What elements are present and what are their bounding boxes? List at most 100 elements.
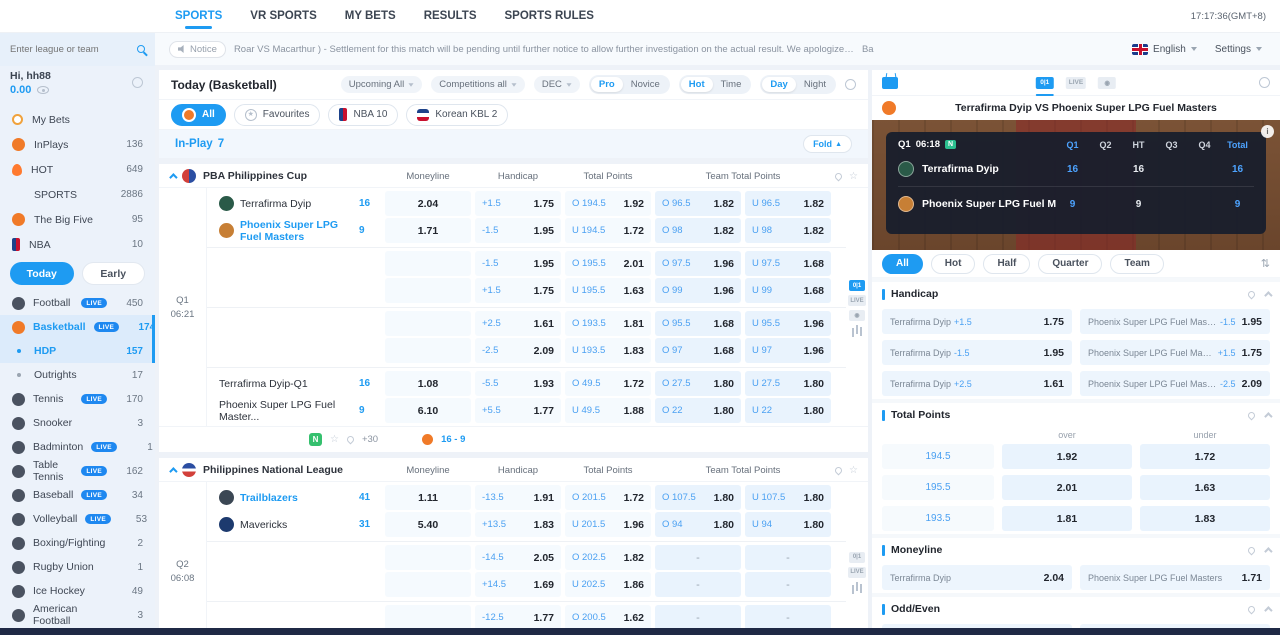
live-view-icon[interactable]: LIVE [848, 566, 866, 578]
sidebar-item-baseball[interactable]: Baseball LIVE 34 [0, 483, 155, 507]
nav-tab-results[interactable]: RESULTS [424, 0, 477, 32]
search-icon[interactable] [137, 45, 145, 53]
handicap-odds[interactable]: -1.5 1.95 [475, 218, 561, 243]
sidebar-item-the-big-five[interactable]: The Big Five 95 [0, 207, 155, 232]
search-input[interactable] [10, 43, 131, 55]
market-pill-all[interactable]: All [882, 253, 923, 274]
team-total-under-odds[interactable]: U 27.5 1.80 [745, 371, 831, 396]
pin-icon[interactable] [1246, 289, 1257, 299]
team-total-over-odds[interactable]: O 98 1.82 [655, 218, 741, 243]
team-total-over-odds[interactable]: O 94 1.80 [655, 512, 741, 537]
total-points-odds[interactable]: O 193.5 1.81 [565, 311, 651, 336]
moneyline-odds[interactable] [385, 545, 471, 570]
line-value[interactable]: 195.5 [882, 475, 994, 500]
total-points-odds[interactable]: U 193.5 1.83 [565, 338, 651, 363]
sidebar-item-badminton[interactable]: Badminton LIVE 1 [0, 435, 155, 459]
total-points-odds[interactable]: O 49.5 1.72 [565, 371, 651, 396]
handicap-odds[interactable]: -2.5 2.09 [475, 338, 561, 363]
total-points-odds[interactable]: O 201.5 1.72 [565, 485, 651, 510]
star-icon[interactable]: ☆ [849, 465, 858, 476]
pin-icon[interactable] [833, 465, 844, 475]
moneyline-odds[interactable] [385, 605, 471, 628]
total-points-odds[interactable]: U 194.5 1.72 [565, 218, 651, 243]
live-view-tab[interactable]: LIVE [1065, 76, 1087, 89]
moneyline-odds[interactable] [385, 251, 471, 276]
animation-view-icon[interactable]: ◉ [849, 310, 865, 321]
team-total-over-odds[interactable]: O 95.5 1.68 [655, 311, 741, 336]
bet-option[interactable]: Phoenix Super LPG Fuel Masters 1.71 [1080, 565, 1270, 590]
total-points-odds[interactable]: O 195.5 2.01 [565, 251, 651, 276]
team-total-over-odds[interactable]: - [655, 572, 741, 597]
refresh-icon[interactable] [132, 77, 143, 88]
fold-button[interactable]: Fold ▲ [803, 135, 852, 153]
tab-today[interactable]: Today [10, 262, 74, 285]
team-total-under-odds[interactable]: U 97.5 1.68 [745, 251, 831, 276]
sidebar-item-nba[interactable]: NBA 10 [0, 232, 155, 257]
team-total-over-odds[interactable]: - [655, 545, 741, 570]
odds-view-tab[interactable]: 0|1 [1035, 76, 1054, 96]
sidebar-item-football[interactable]: Football LIVE 450 [0, 291, 155, 315]
moneyline-odds[interactable]: 1.11 [385, 485, 471, 510]
sidebar-item-table-tennis[interactable]: Table Tennis LIVE 162 [0, 459, 155, 483]
moneyline-odds[interactable]: 1.71 [385, 218, 471, 243]
team-total-over-odds[interactable]: O 96.5 1.82 [655, 191, 741, 216]
star-icon[interactable]: ☆ [330, 434, 339, 445]
sidebar-item-sports[interactable]: SPORTS 2886 [0, 182, 155, 207]
total-points-odds[interactable]: U 202.5 1.86 [565, 572, 651, 597]
handicap-odds[interactable]: +5.5 1.77 [475, 398, 561, 423]
team-total-under-odds[interactable]: - [745, 605, 831, 628]
collapse-icon[interactable] [169, 466, 178, 476]
bet-option[interactable]: Phoenix Super LPG Fuel Masters -2.5 2.09 [1080, 371, 1270, 396]
filter-dropdown-competitions[interactable]: Competitions all [431, 76, 525, 93]
moneyline-odds[interactable]: 6.10 [385, 398, 471, 423]
collapse-icon[interactable] [1264, 606, 1273, 615]
over-odds[interactable]: 2.01 [1002, 475, 1132, 500]
nav-tab-my-bets[interactable]: MY BETS [345, 0, 396, 32]
team-total-under-odds[interactable]: U 98 1.82 [745, 218, 831, 243]
chip-nba-10[interactable]: NBA 10 [328, 103, 399, 126]
animation-view-tab[interactable]: ◉ [1098, 76, 1117, 89]
under-odds[interactable]: 1.83 [1140, 506, 1270, 531]
team-total-under-odds[interactable]: - [745, 572, 831, 597]
toggle-option-hot[interactable]: Hot [680, 77, 713, 92]
nav-tab-sports-rules[interactable]: SPORTS RULES [505, 0, 594, 32]
team-total-over-odds[interactable]: O 97 1.68 [655, 338, 741, 363]
pin-icon[interactable] [345, 434, 356, 445]
team-total-over-odds[interactable]: O 97.5 1.96 [655, 251, 741, 276]
tab-early[interactable]: Early [81, 262, 145, 285]
handicap-odds[interactable]: -14.5 2.05 [475, 545, 561, 570]
moneyline-odds[interactable] [385, 572, 471, 597]
sidebar-item-rugby-union[interactable]: Rugby Union 1 [0, 555, 155, 579]
moneyline-odds[interactable]: 5.40 [385, 512, 471, 537]
filter-dropdown-upcoming[interactable]: Upcoming All [340, 76, 423, 93]
line-value[interactable]: 193.5 [882, 506, 994, 531]
sidebar-item-volleyball[interactable]: Volleyball LIVE 53 [0, 507, 155, 531]
eye-icon[interactable] [37, 86, 50, 94]
total-points-odds[interactable]: O 202.5 1.82 [565, 545, 651, 570]
team-total-under-odds[interactable]: U 97 1.96 [745, 338, 831, 363]
filter-dropdown-dec[interactable]: DEC [533, 76, 580, 93]
extra-markets-count[interactable]: +30 [362, 434, 378, 445]
total-points-odds[interactable]: O 200.5 1.62 [565, 605, 651, 628]
stats-icon[interactable] [856, 581, 858, 591]
settings-menu[interactable]: Settings [1215, 44, 1262, 55]
handicap-odds[interactable]: +1.5 1.75 [475, 191, 561, 216]
moneyline-odds[interactable]: 1.08 [385, 371, 471, 396]
language-selector[interactable]: English [1132, 43, 1197, 55]
sidebar-item-american-football[interactable]: American Football 3 [0, 603, 155, 627]
toggle-option-novice[interactable]: Novice [623, 77, 668, 92]
team-total-under-odds[interactable]: - [745, 545, 831, 570]
team-total-over-odds[interactable]: O 27.5 1.80 [655, 371, 741, 396]
under-odds[interactable]: 1.63 [1140, 475, 1270, 500]
team-total-under-odds[interactable]: U 96.5 1.82 [745, 191, 831, 216]
team-total-over-odds[interactable]: O 22 1.80 [655, 398, 741, 423]
handicap-odds[interactable]: -12.5 1.77 [475, 605, 561, 628]
info-icon[interactable]: i [1261, 125, 1274, 138]
under-odds[interactable]: 1.72 [1140, 444, 1270, 469]
team-total-under-odds[interactable]: U 95.5 1.96 [745, 311, 831, 336]
bet-option[interactable]: Terrafirma Dyip -1.5 1.95 [882, 340, 1072, 365]
market-pill-hot[interactable]: Hot [930, 253, 976, 274]
moneyline-odds[interactable] [385, 338, 471, 363]
toggle-option-day[interactable]: Day [762, 77, 796, 92]
team-total-under-odds[interactable]: U 107.5 1.80 [745, 485, 831, 510]
